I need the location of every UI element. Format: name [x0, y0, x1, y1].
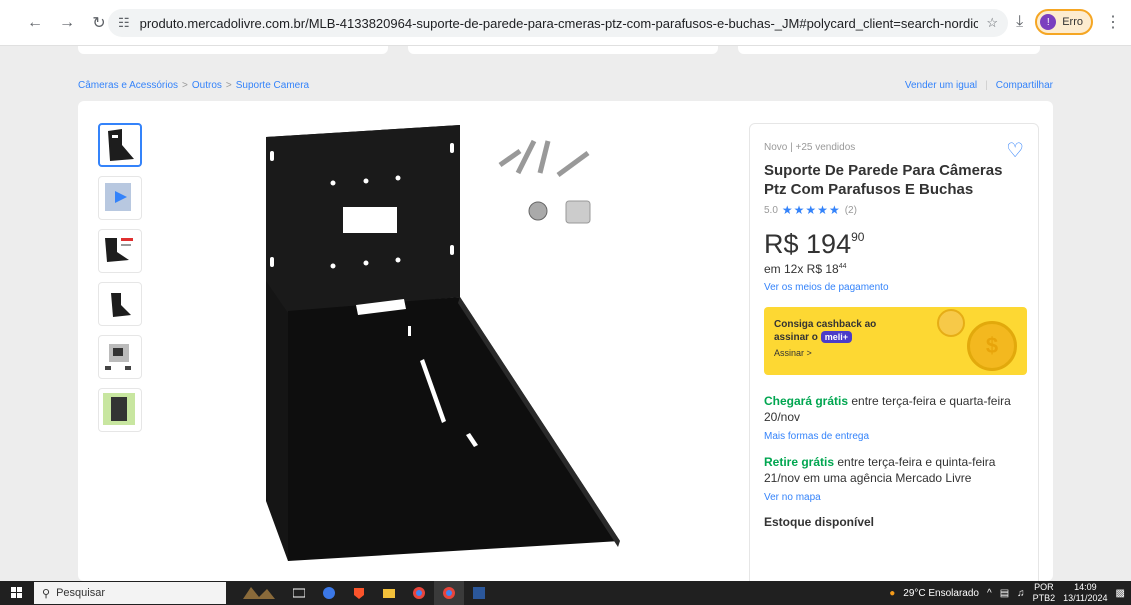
coin-icon: $	[967, 321, 1017, 371]
installments-cents: 44	[838, 263, 847, 270]
language-indicator[interactable]: POR PTB2	[1033, 582, 1056, 604]
product-panel: Novo | +25 vendidos ♡ Suporte De Parede …	[78, 101, 1053, 593]
pickup-info: Retire grátis entre terça-feira e quinta…	[764, 454, 1024, 486]
back-arrow-icon[interactable]: ←	[22, 10, 48, 36]
free-shipping-label: Chegará grátis	[764, 394, 849, 408]
profile-label: Erro	[1062, 16, 1083, 28]
weather-text[interactable]: 29°C Ensolarado	[903, 588, 979, 599]
tune-icon[interactable]: ☷	[118, 15, 130, 31]
strip-card	[408, 46, 718, 54]
breadcrumb-item[interactable]: Outros	[192, 80, 222, 91]
installments-text: em 12x R$ 18	[764, 262, 839, 276]
breadcrumb-separator: >	[182, 80, 188, 91]
stock-status: Estoque disponível	[764, 515, 875, 529]
breadcrumb-item[interactable]: Câmeras e Acessórios	[78, 80, 178, 91]
address-bar[interactable]: ☷ produto.mercadolivre.com.br/MLB-413382…	[108, 9, 1008, 37]
map-link[interactable]: Ver no mapa	[764, 492, 1024, 503]
star-icon[interactable]: ☆	[986, 15, 998, 31]
card-strip	[78, 46, 1040, 56]
top-links: Vender um igual | Compartilhar	[905, 80, 1053, 91]
price-integer: 194	[806, 229, 852, 259]
strip-card	[738, 46, 1040, 54]
network-icon[interactable]: ▤	[1000, 588, 1009, 599]
strip-card	[78, 46, 388, 54]
system-tray: ● 29°C Ensolarado ^ ▤ ♫ POR PTB2 14:09 1…	[889, 581, 1131, 605]
chevron-up-icon[interactable]: ^	[987, 588, 992, 599]
shipping-info: Chegará grátis entre terça-feira e quart…	[764, 393, 1024, 425]
link-divider: |	[985, 80, 988, 91]
installments: em 12x R$ 1844	[764, 262, 1024, 276]
heart-icon[interactable]: ♡	[1006, 138, 1024, 163]
payment-methods-link[interactable]: Ver os meios de pagamento	[764, 282, 1024, 293]
meli-plus-badge: meli+	[820, 331, 852, 343]
share-link[interactable]: Compartilhar	[996, 80, 1053, 91]
lang-top: POR	[1034, 582, 1054, 592]
free-pickup-label: Retire grátis	[764, 455, 835, 469]
review-count: (2)	[844, 204, 857, 216]
breadcrumb-separator: >	[225, 80, 232, 91]
task-view-icon[interactable]	[284, 581, 314, 605]
coin-icon	[937, 309, 965, 337]
thumbnail[interactable]	[98, 388, 142, 432]
kebab-menu-icon[interactable]: ⋮	[1105, 12, 1121, 32]
avatar: !	[1040, 14, 1057, 30]
more-delivery-link[interactable]: Mais formas de entrega	[764, 431, 1024, 442]
chrome-icon[interactable]	[404, 581, 434, 605]
download-icon[interactable]: ⤓	[1016, 13, 1023, 31]
rating-value: 5.0	[764, 204, 778, 216]
price-currency: R$	[764, 229, 799, 259]
clock-date: 13/11/2024	[1063, 593, 1108, 603]
volume-icon[interactable]: ♫	[1017, 588, 1025, 599]
thumbnail[interactable]	[98, 282, 142, 326]
weather-icon: ●	[889, 587, 896, 599]
forward-arrow-icon[interactable]: →	[54, 10, 80, 36]
thumbnail[interactable]	[98, 335, 142, 379]
product-title: Suporte De Parede Para Câmeras Ptz Com P…	[764, 162, 1003, 198]
condition-text: Novo | +25 vendidos	[764, 142, 856, 153]
brave-browser-icon[interactable]	[344, 581, 374, 605]
star-rating-icon: ★★★★★	[781, 203, 841, 217]
news-widget-icon[interactable]	[234, 581, 284, 605]
clock[interactable]: 14:09 13/11/2024	[1063, 582, 1107, 604]
cashback-banner[interactable]: Consiga cashback ao assinar o meli+ Assi…	[764, 307, 1027, 375]
url-text: produto.mercadolivre.com.br/MLB-41338209…	[139, 15, 979, 31]
windows-start-icon[interactable]	[0, 581, 34, 605]
lang-bottom: PTB2	[1032, 593, 1056, 603]
price: R$ 19490	[764, 229, 1024, 260]
sell-similar-link[interactable]: Vender um igual	[905, 80, 977, 91]
breadcrumb: Câmeras e Acessórios > Outros > Suporte Came…	[78, 80, 309, 91]
windows-taskbar: ⚲ Pesquisar ● 29°C Ensolarado ^ ▤ ♫ POR …	[0, 581, 1131, 605]
thumbnail-video[interactable]	[98, 176, 142, 220]
screws-illustration	[498, 139, 591, 224]
breadcrumb-item[interactable]: Suporte Camera	[236, 80, 309, 91]
search-icon: ⚲	[42, 587, 51, 600]
file-explorer-icon[interactable]	[374, 581, 404, 605]
notification-icon[interactable]: ▩	[1116, 588, 1125, 599]
taskbar-search[interactable]: ⚲ Pesquisar	[34, 582, 226, 604]
chrome-active-icon[interactable]	[434, 581, 464, 605]
browser-toolbar: ← → ↻ ☷ produto.mercadolivre.com.br/MLB-…	[0, 0, 1131, 46]
clock-time: 14:09	[1074, 582, 1097, 592]
cashback-title-wrap: Consiga cashback ao assinar o meli+	[774, 319, 914, 344]
thumbnail[interactable]	[98, 123, 142, 167]
price-cents: 90	[851, 230, 865, 244]
buy-box: Novo | +25 vendidos ♡ Suporte De Parede …	[749, 123, 1039, 593]
search-placeholder: Pesquisar	[56, 587, 105, 599]
product-image	[266, 125, 620, 561]
rating[interactable]: 5.0 ★★★★★ (2)	[764, 203, 1024, 217]
word-icon[interactable]	[464, 581, 494, 605]
profile-button[interactable]: ! Erro	[1035, 9, 1093, 35]
app-icon-blue[interactable]	[314, 581, 344, 605]
thumbnail[interactable]	[98, 229, 142, 273]
